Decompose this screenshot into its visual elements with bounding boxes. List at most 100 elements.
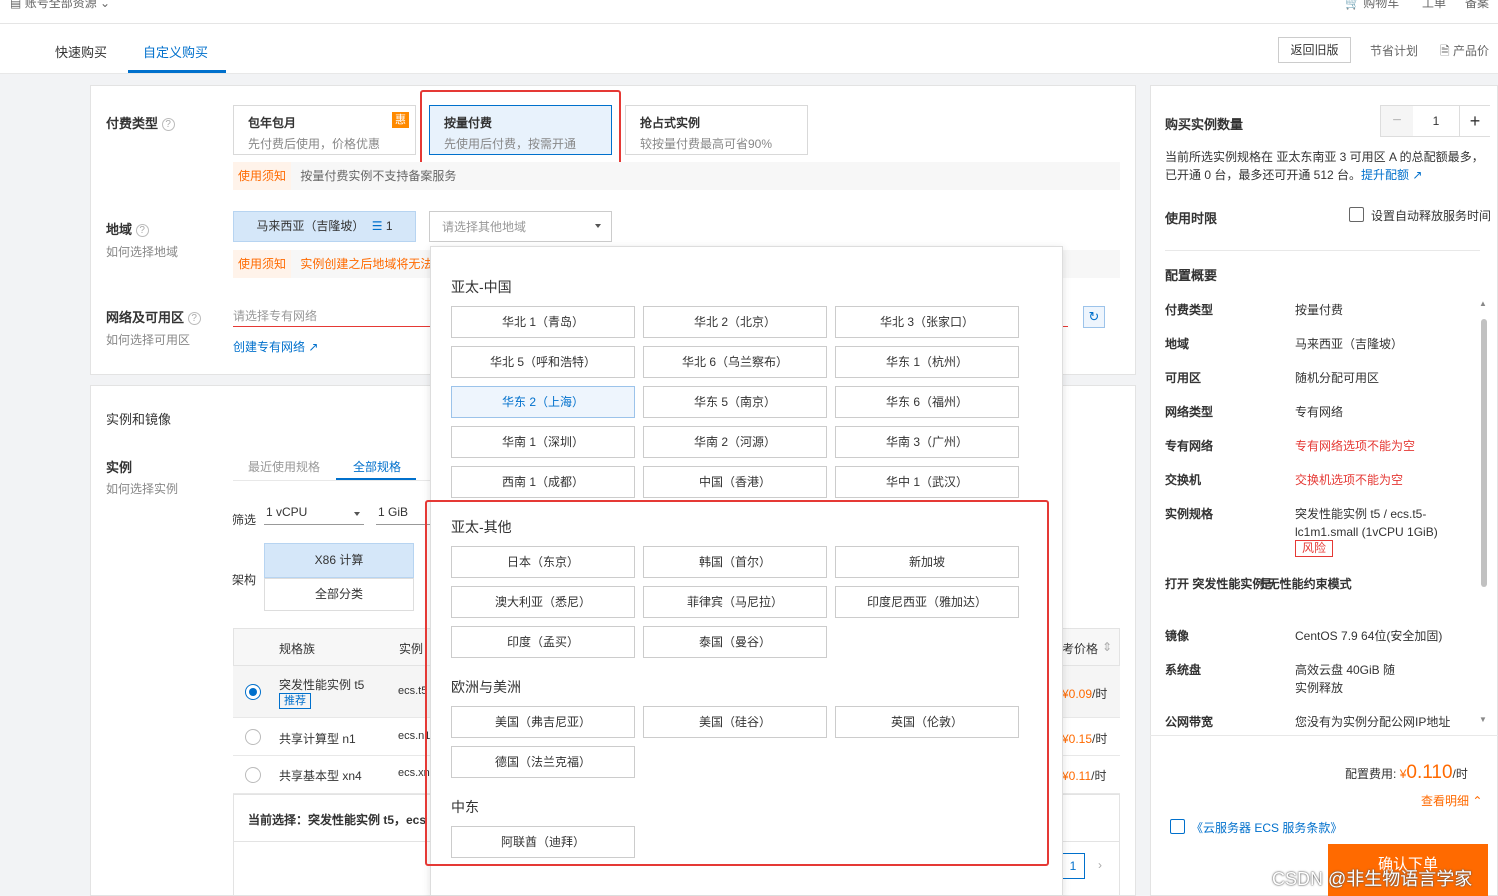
network-help-link[interactable]: 如何选择可用区 [106,331,190,348]
product-price-link[interactable]: 🗎 产品价 [1440,42,1489,63]
notice-tag: 使用须知 [233,162,292,190]
scrollbar-thumb[interactable] [1481,319,1487,587]
terms-checkbox[interactable] [1170,819,1185,834]
cpu-filter-select[interactable]: 1 vCPU [264,505,364,525]
discount-badge: 惠 [392,112,409,128]
highlight-box [420,90,621,168]
scroll-up-icon[interactable]: ▲ [1479,299,1487,308]
billing-notice: 使用须知 按量付费实例不支持备案服务 [233,162,1120,190]
arch-label: 架构 [232,573,257,587]
refresh-icon[interactable]: ↻ [1083,306,1105,328]
minus-icon[interactable]: − [1381,106,1413,136]
back-old-version-button[interactable]: 返回旧版 [1278,37,1351,63]
region-option[interactable]: 中国（香港） [643,466,827,498]
arch-category-select[interactable]: 全部分类 [264,578,414,611]
row-radio[interactable] [245,729,261,745]
raise-quota-link[interactable]: 提升配额 ↗ [1361,168,1422,182]
watermark: CSDN @非生物语言学家 [1272,869,1473,889]
plus-icon[interactable]: + [1459,106,1490,136]
region-group-title: 亚太-中国 [451,279,512,295]
row-price: ¥0.09/时 [1062,687,1108,701]
tab-custom-buy[interactable]: 自定义购买 [143,42,208,61]
region-option[interactable]: 华北 1（青岛） [451,306,635,338]
tab-quick-buy[interactable]: 快速购买 [55,42,107,61]
row-price: ¥0.15/时 [1062,732,1108,746]
region-label: 地域 ? [106,219,149,238]
region-option[interactable]: 西南 1（成都） [451,466,635,498]
highlight-box [425,500,1049,866]
region-option[interactable]: 华北 5（呼和浩特） [451,346,635,378]
region-option[interactable]: 华东 1（杭州） [835,346,1019,378]
region-option[interactable]: 华中 1（武汉） [835,466,1019,498]
selected-region[interactable]: 马来西亚（吉隆坡） ☰ 1 [233,211,416,242]
region-help-link[interactable]: 如何选择地域 [106,243,178,260]
summary-row: 付费类型 按量付费 [1165,303,1344,317]
network-label: 网络及可用区 ? [106,307,201,326]
quantity-input[interactable]: 1 [1413,106,1459,136]
page-number-button[interactable]: 1 [1061,853,1085,879]
summary-row: 系统盘 高效云盘 40GiB 随实例释放 [1165,663,1396,695]
summary-row: 地域 马来西亚（吉隆坡） [1165,337,1404,351]
summary-row: 专有网络 专有网络选项不能为空 [1165,439,1416,453]
region-option[interactable]: 华东 6（福州） [835,386,1019,418]
auto-release-label: 设置自动释放服务时间 [1371,209,1492,223]
terms-link[interactable]: 《云服务器 ECS 服务条款》 [1191,819,1342,836]
quantity-label: 购买实例数量 [1165,117,1244,132]
record-link[interactable]: 备案 [1465,0,1489,11]
view-detail-link[interactable]: 查看明细 ⌃ [1421,792,1482,809]
scroll-down-icon[interactable]: ▼ [1479,715,1487,724]
resource-icon: ▤ [10,0,22,10]
divider [1150,735,1498,736]
summary-row: 网络类型 专有网络 [1165,405,1344,419]
help-icon[interactable]: ? [135,224,149,238]
quantity-stepper[interactable]: − 1 + [1380,105,1490,137]
help-icon[interactable]: ? [161,118,175,132]
instance-help-link[interactable]: 如何选择实例 [106,480,178,497]
arch-x86-option[interactable]: X86 计算 [264,543,414,578]
fee-row: 配置费用: ¥0.110/时 [1345,762,1468,783]
tab-recent-specs[interactable]: 最近使用规格 [248,458,320,475]
active-tab-indicator [128,70,226,73]
document-icon: 🗎 [1440,44,1450,58]
quota-text: 当前所选实例规格在 亚太东南亚 3 可用区 A 的总配额最多， 已开通 0 台，… [1165,150,1484,182]
other-region-select[interactable]: 请选择其他地域 [429,211,612,242]
notice-tag: 使用须知 [233,250,292,278]
ticket-link[interactable]: 工单 [1422,0,1446,11]
row-radio[interactable] [245,767,261,783]
auto-release-checkbox[interactable] [1349,207,1364,222]
region-option[interactable]: 华北 2（北京） [643,306,827,338]
summary-row: 镜像 CentOS 7.9 64位(安全加固) [1165,629,1443,643]
region-option[interactable]: 华南 3（广州） [835,426,1019,458]
chevron-right-icon[interactable]: › [1098,858,1102,872]
divider [233,480,433,481]
help-icon[interactable]: ? [187,312,201,326]
summary-row: 公网带宽 您没有为实例分配公网IP地址 [1165,715,1451,729]
chevron-down-icon [595,224,601,228]
region-option[interactable]: 华南 1（深圳） [451,426,635,458]
region-option-hovered[interactable]: 华东 2（上海） [451,386,635,418]
save-plan-link[interactable]: 节省计划 [1370,42,1418,59]
external-link-icon: ↗ [308,340,319,354]
row-radio[interactable] [245,684,261,700]
zone-icon: ☰ [371,219,383,233]
chevron-down-icon [354,512,360,516]
billing-option-subscription[interactable]: 包年包月 先付费后使用，价格优惠 惠 [233,105,416,155]
instance-section-title: 实例和镜像 [106,412,172,427]
memory-filter-select[interactable]: 1 GiB [376,505,431,525]
cart-link[interactable]: 🛒 购物车 [1345,0,1399,11]
tab-all-specs[interactable]: 全部规格 [353,458,401,475]
region-option[interactable]: 华东 5（南京） [643,386,827,418]
duration-label: 使用时限 [1165,211,1218,226]
divider [1165,250,1480,251]
billing-option-spot[interactable]: 抢占式实例 较按量付费最高可省90% [625,105,808,155]
region-option[interactable]: 华北 6（乌兰察布） [643,346,827,378]
cart-icon: 🛒 [1345,0,1360,10]
summary-scrollbar[interactable]: ▲ ▼ [1479,299,1489,725]
recommend-badge: 推荐 [279,693,311,709]
create-vpc-link[interactable]: 创建专有网络 ↗ [233,338,318,355]
purchase-tabs-bar [0,24,1498,74]
resource-scope[interactable]: ▤ 账号全部资源 ⌄ [10,0,110,11]
sort-icon[interactable]: ⇕ [1102,640,1112,654]
region-option[interactable]: 华南 2（河源） [643,426,827,458]
region-option[interactable]: 华北 3（张家口） [835,306,1019,338]
